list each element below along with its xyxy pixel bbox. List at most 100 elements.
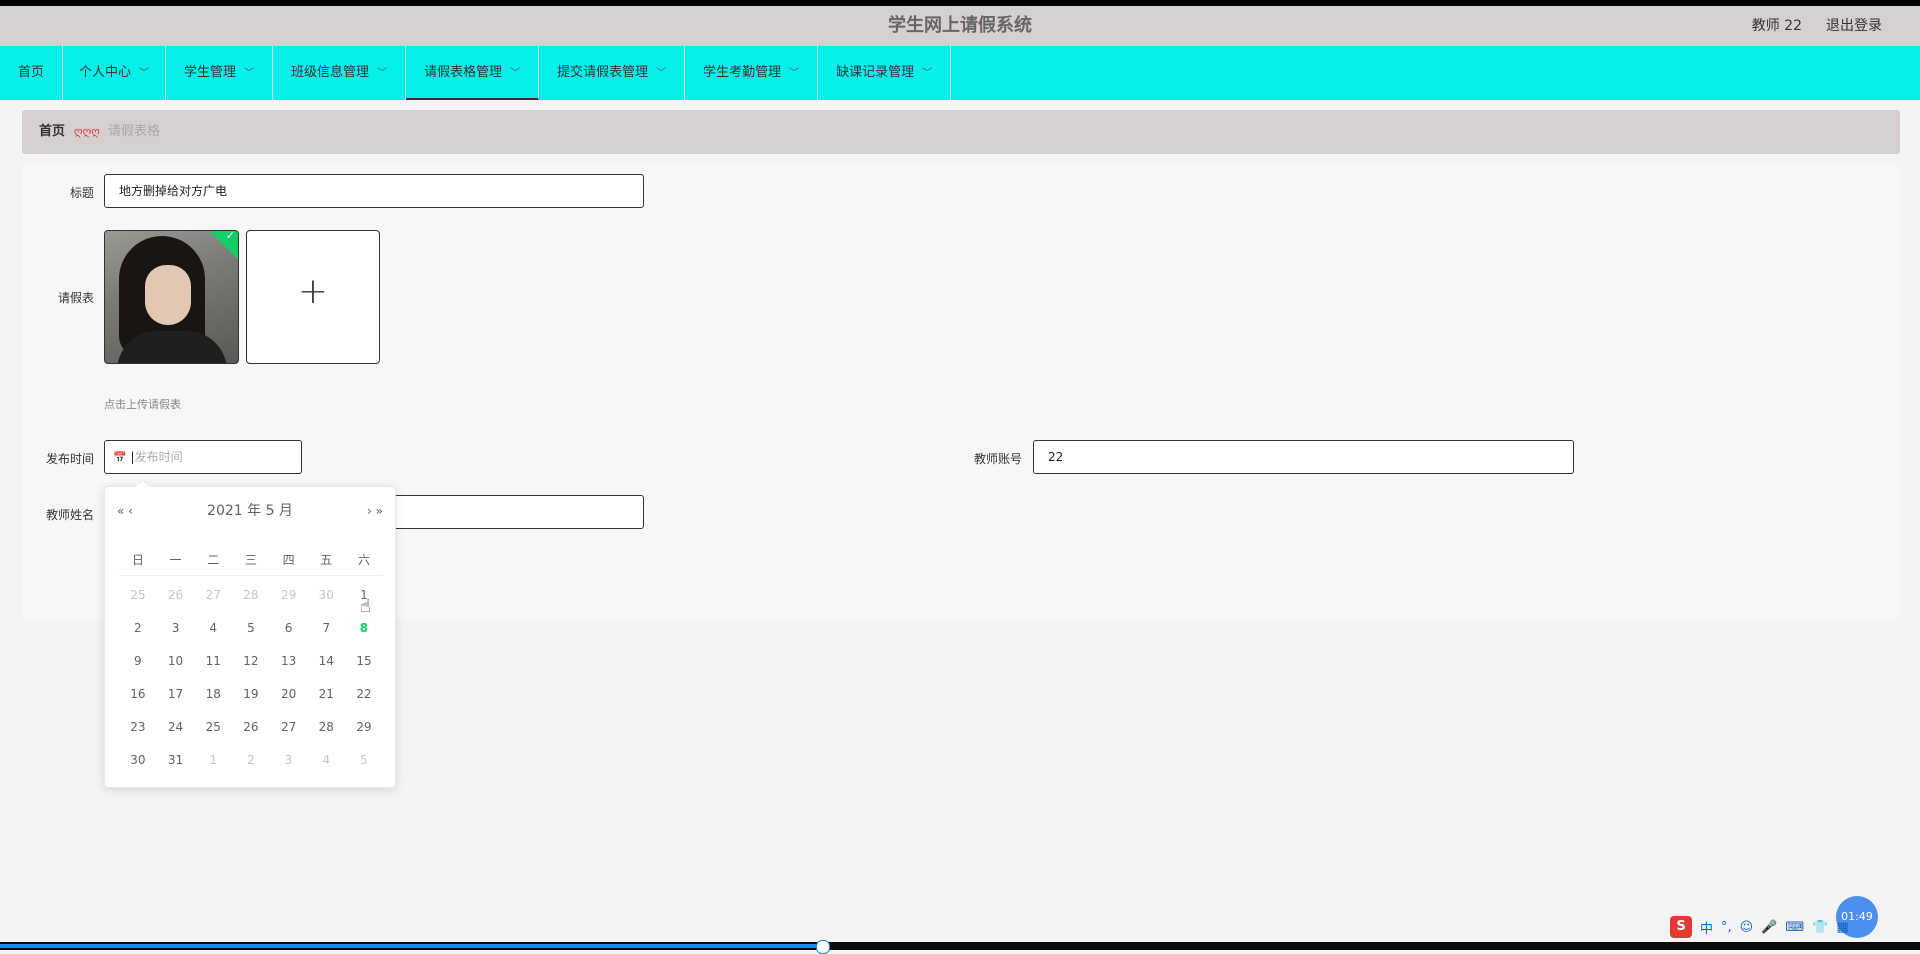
- nav-item-attendance[interactable]: 学生考勤管理 ﹀: [685, 46, 819, 100]
- calendar-week: 23 24 25 26 27 28 29: [119, 711, 383, 744]
- calendar-day[interactable]: 30: [119, 744, 157, 777]
- calendar-day[interactable]: 24: [157, 711, 195, 744]
- calendar-heading: 2021 年 5 月: [207, 503, 293, 519]
- leave-sheet-label: 请假表: [57, 291, 94, 305]
- title-label: 标题: [69, 186, 94, 200]
- ime-mode[interactable]: 中: [1700, 918, 1713, 937]
- calendar-day[interactable]: 10: [157, 645, 195, 678]
- calendar-day[interactable]: 13: [270, 645, 308, 678]
- publish-time-input[interactable]: 📅 |发布时间: [104, 440, 302, 474]
- weekday-label: 五: [320, 553, 333, 567]
- portrait-face: [145, 265, 191, 325]
- breadcrumb-home[interactable]: 首页: [39, 110, 65, 154]
- chevron-down-icon: ﹀: [656, 68, 667, 79]
- nav-item-label: 缺课记录管理: [836, 65, 915, 80]
- publish-time-placeholder: 发布时间: [134, 450, 183, 464]
- weekday-label: 六: [357, 553, 370, 567]
- ime-punctuation[interactable]: °,: [1721, 920, 1732, 935]
- calendar-day[interactable]: 3: [157, 612, 195, 645]
- app-title: 学生网上请假系统: [888, 15, 1032, 36]
- calendar-day[interactable]: 1: [194, 744, 232, 777]
- chevron-down-icon: ﹀: [789, 68, 800, 79]
- calendar-day[interactable]: 21: [307, 678, 345, 711]
- app-header: 学生网上请假系统 教师 22 退出登录: [0, 6, 1920, 46]
- nav-item-leave-form[interactable]: 请假表格管理 ﹀: [406, 46, 540, 100]
- calendar-day[interactable]: 18: [194, 678, 232, 711]
- title-input[interactable]: 地方删掉给对方广电: [104, 174, 644, 208]
- teacher-name-label: 教师姓名: [45, 508, 94, 522]
- nav-item-label: 个人中心: [79, 65, 132, 80]
- nav-item-student-management[interactable]: 学生管理 ﹀: [166, 46, 274, 100]
- calendar-day[interactable]: 20: [270, 678, 308, 711]
- calendar-week: 2 3 4 5 6 7 8: [119, 612, 383, 645]
- microphone-icon[interactable]: 🎤: [1761, 920, 1777, 935]
- progress-fill: [0, 944, 822, 948]
- calendar-day[interactable]: 7: [307, 612, 345, 645]
- calendar-day[interactable]: 29: [345, 711, 383, 744]
- calendar-day[interactable]: 31: [157, 744, 195, 777]
- date-picker-popup: « ‹ 2021 年 5 月 › » 日 一 二 三 四 五 六 25 26 2…: [104, 478, 396, 788]
- logout-link[interactable]: 退出登录: [1826, 6, 1882, 46]
- breadcrumb-separator: ღღღ: [74, 125, 100, 138]
- keyboard-icon[interactable]: ⌨: [1785, 920, 1804, 935]
- calendar-day[interactable]: 6: [270, 612, 308, 645]
- nav-item-label: 学生管理: [184, 65, 237, 80]
- calendar-day[interactable]: 11: [194, 645, 232, 678]
- main-nav: 首页 个人中心 ﹀ 学生管理 ﹀ 班级信息管理 ﹀ 请假表格管理 ﹀ 提交请假表管理 ﹀ …: [0, 46, 1920, 100]
- emoji-icon[interactable]: ☺: [1740, 920, 1754, 935]
- calendar-week: 25 26 27 28 29 30 1: [119, 579, 383, 612]
- weekday-label: 二: [207, 553, 220, 567]
- upload-button[interactable]: +: [246, 230, 380, 364]
- calendar-day[interactable]: 29: [270, 579, 308, 612]
- chevron-down-icon: ﹀: [139, 68, 150, 79]
- hand-cursor-icon: ☝: [360, 596, 371, 617]
- calendar-day[interactable]: 25: [194, 711, 232, 744]
- calendar-day[interactable]: 30: [307, 579, 345, 612]
- calendar-day[interactable]: 4: [194, 612, 232, 645]
- teacher-account-label: 教师账号: [973, 452, 1022, 466]
- calendar-day[interactable]: 27: [270, 711, 308, 744]
- calendar-week: 9 10 11 12 13 14 15: [119, 645, 383, 678]
- calendar-day[interactable]: 26: [157, 579, 195, 612]
- nav-item-absence-records[interactable]: 缺课记录管理 ﹀: [818, 46, 952, 100]
- calendar-day[interactable]: 22: [345, 678, 383, 711]
- nav-item-submitted-leave[interactable]: 提交请假表管理 ﹀: [539, 46, 686, 100]
- calendar-day[interactable]: 19: [232, 678, 270, 711]
- calendar-day[interactable]: 15: [345, 645, 383, 678]
- calendar-day[interactable]: 16: [119, 678, 157, 711]
- uploaded-image-thumbnail[interactable]: ✓: [104, 230, 239, 364]
- calendar-day[interactable]: 14: [307, 645, 345, 678]
- ime-logo-icon[interactable]: S: [1670, 916, 1692, 938]
- calendar-day[interactable]: 25: [119, 579, 157, 612]
- nav-item-label: 首页: [18, 65, 45, 80]
- calendar-day[interactable]: 27: [194, 579, 232, 612]
- nav-item-class-info[interactable]: 班级信息管理 ﹀: [273, 46, 407, 100]
- calendar-week: 30 31 1 2 3 4 5: [119, 744, 383, 777]
- calendar-day[interactable]: 23: [119, 711, 157, 744]
- calendar-day[interactable]: 5: [345, 744, 383, 777]
- calendar-day[interactable]: 2: [232, 744, 270, 777]
- nav-item-home[interactable]: 首页: [0, 46, 64, 100]
- teacher-account-input[interactable]: 22: [1033, 440, 1574, 474]
- calendar-day[interactable]: 2: [119, 612, 157, 645]
- chevron-down-icon: ﹀: [244, 68, 255, 79]
- calendar-week: 16 17 18 19 20 21 22: [119, 678, 383, 711]
- calendar-day[interactable]: 28: [232, 579, 270, 612]
- calendar-day[interactable]: 17: [157, 678, 195, 711]
- calendar-day[interactable]: 4: [307, 744, 345, 777]
- next-year-month-button[interactable]: › »: [367, 499, 383, 523]
- calendar-day[interactable]: 9: [119, 645, 157, 678]
- calendar-day[interactable]: 26: [232, 711, 270, 744]
- weekday-label: 三: [244, 553, 257, 567]
- nav-item-label: 提交请假表管理: [557, 65, 649, 80]
- shirt-icon[interactable]: 👕: [1812, 920, 1828, 935]
- video-progress-bar[interactable]: [0, 940, 1920, 954]
- calendar-day[interactable]: 3: [270, 744, 308, 777]
- calendar-day[interactable]: 28: [307, 711, 345, 744]
- progress-handle[interactable]: [816, 940, 830, 954]
- nav-item-personal-center[interactable]: 个人中心 ﹀: [63, 46, 167, 100]
- breadcrumb: 首页 ღღღ 请假表格: [22, 110, 1900, 154]
- calendar-day[interactable]: 5: [232, 612, 270, 645]
- calendar-day[interactable]: 12: [232, 645, 270, 678]
- grid-icon[interactable]: ▦: [1836, 920, 1848, 935]
